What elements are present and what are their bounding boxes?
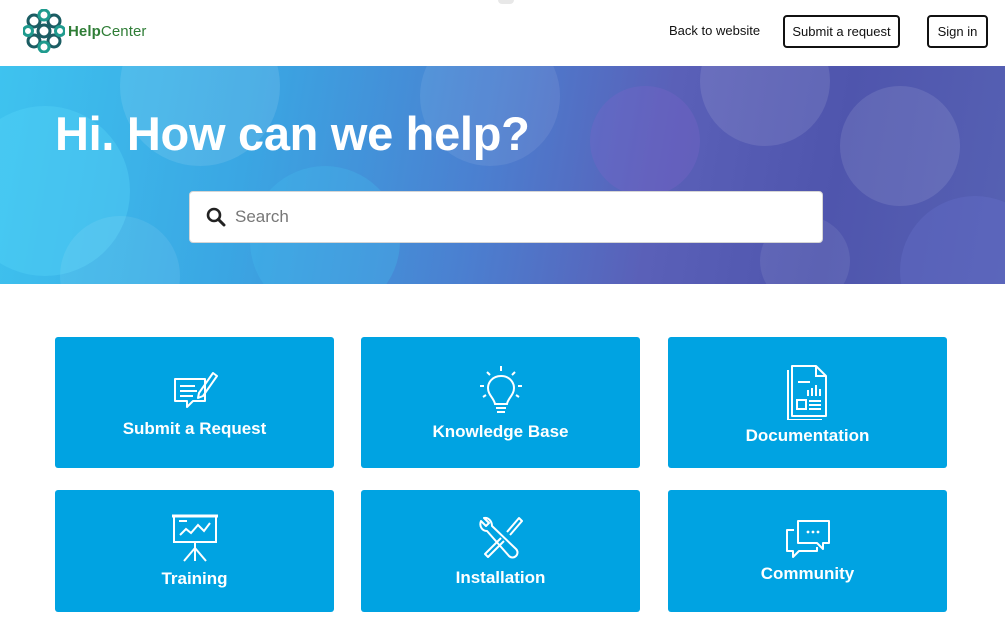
- category-label: Knowledge Base: [432, 421, 569, 441]
- document-icon: [786, 364, 827, 420]
- hero-banner: Hi. How can we help?: [0, 66, 1005, 284]
- search-input[interactable]: [235, 207, 795, 227]
- logo-text-bold: Help: [68, 22, 101, 40]
- chat-bubbles-icon: [785, 520, 830, 558]
- category-card-submit-request[interactable]: Submit a Request: [55, 337, 334, 468]
- hero-bubble: [840, 86, 960, 206]
- search-icon: [206, 207, 226, 227]
- sign-in-button[interactable]: Sign in: [927, 15, 988, 48]
- presentation-board-icon: [171, 514, 218, 562]
- submit-request-button[interactable]: Submit a request: [783, 15, 900, 48]
- request-form-icon: [173, 371, 218, 408]
- tools-icon: [478, 516, 523, 559]
- category-card-training[interactable]: Training: [55, 490, 334, 612]
- logo-icon: [23, 9, 65, 53]
- hero-title: Hi. How can we help?: [55, 107, 530, 160]
- category-label: Installation: [455, 568, 546, 587]
- logo-text: HelpCenter: [68, 23, 147, 40]
- category-label: Training: [161, 569, 228, 588]
- category-label: Submit a Request: [122, 418, 267, 438]
- lightbulb-icon: [479, 365, 522, 413]
- category-card-installation[interactable]: Installation: [361, 490, 640, 612]
- logo-text-light: Center: [100, 22, 147, 40]
- site-header: HelpCenter Back to website Submit a requ…: [0, 0, 1005, 66]
- hero-bubble: [590, 86, 700, 196]
- category-card-community[interactable]: Community: [668, 490, 947, 612]
- category-card-knowledge-base[interactable]: Knowledge Base: [361, 337, 640, 468]
- back-to-website-link[interactable]: Back to website: [669, 23, 760, 38]
- category-card-documentation[interactable]: Documentation: [668, 337, 947, 468]
- hero-bubble: [900, 196, 1005, 284]
- category-label: Community: [760, 564, 855, 583]
- category-label: Documentation: [745, 425, 870, 445]
- search-box[interactable]: [189, 191, 823, 243]
- hero-bubble: [700, 66, 830, 146]
- top-handle: [498, 0, 514, 4]
- helpcenter-logo[interactable]: HelpCenter: [23, 9, 147, 53]
